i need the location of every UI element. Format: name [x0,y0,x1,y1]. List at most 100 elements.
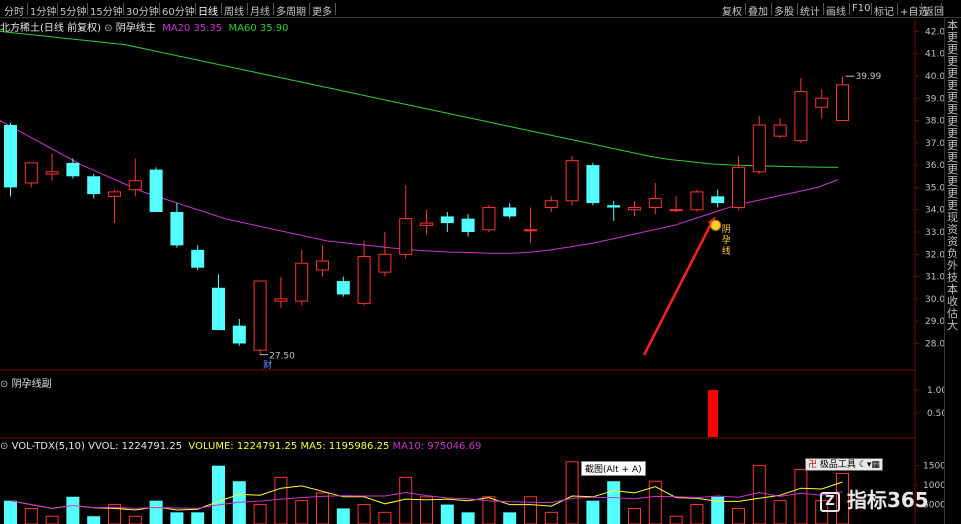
candle-body-down [503,207,517,217]
ma60-line [0,30,839,168]
volume-bar-up [420,496,433,524]
volume-bar-down [336,508,350,524]
watermark-text: 指标365 [846,488,929,512]
volume-bar-up [732,507,745,524]
volume-bar-up [316,492,329,524]
candle-body-down [336,281,350,295]
high-price-label: 39.99 [856,72,882,82]
volume-bar-up [524,496,537,524]
volume-bar-down [607,481,621,524]
vvol-value: VVOL: 1224791.25 [88,441,183,452]
ma20-value: 35.35 [193,23,223,34]
price-tick-label: 41.00 [925,50,944,60]
candle-body-down [607,205,621,208]
watermark-logo-icon: Z [820,492,840,512]
candle-body-up [295,262,309,302]
candle-body-down [461,218,475,233]
signal-marker-icon [710,219,722,231]
candle-body-up [482,206,496,231]
watermark: Z 指标365 [820,484,929,513]
price-tick-label: 38.00 [925,117,944,127]
candle-body-down [66,162,80,177]
vol-indicator-name: VOL-TDX(5,10) [11,441,85,452]
ma60-label: MA60 [228,23,257,34]
candle-body-up [253,280,267,351]
price-tick-label: 37.00 [925,139,944,149]
volume-bar-up [544,511,558,524]
price-tick-label: 29.00 [925,317,944,327]
volume-value: VOLUME: 1224791.25 [188,441,298,452]
signal-text-char: 孕 [722,235,731,246]
indicator-caret-icon[interactable]: ⊙ [104,23,112,34]
ma20-label: MA20 [162,23,191,34]
volume-bar-up [628,507,641,524]
candle-body-down [4,125,17,188]
vol-indicator-icon: ⊙ [0,441,9,452]
candle-body-down [149,169,163,212]
volume-bar-down [87,516,101,524]
ma60-value: 35.90 [259,23,289,34]
sub-indicator-name: 阴孕线副 [11,379,52,390]
candle-body-up [274,298,288,302]
candle-body-down [191,249,205,268]
volume-bar-up [690,504,704,524]
candle-body-down [212,287,225,331]
volume-bar-down [503,512,517,524]
sub-tick-label: 1.00 [927,386,944,396]
candle-body-down [232,325,246,344]
main-chart-title: 北方稀土(日线 前复权) ⊙ 阴孕线主 MA20 35.35 MA60 35.9… [0,19,289,34]
candle-body-up [128,180,142,191]
sub-signal-bar [708,389,718,437]
toolbox-grid-icon: ▦ [871,460,880,470]
ma5-value: MA5: 1195986.25 [300,441,390,452]
price-tick-label: 40.00 [925,72,944,82]
price-tick-label: 36.00 [925,161,944,171]
right-info-panel[interactable]: 本更更更更更更更更更更更更更更更现资资负外技本收估大 [944,18,961,524]
toolbox-logo-icon: 卍 [808,460,818,470]
ma10-value: MA10: 975046.69 [392,441,482,452]
candle-body-up [628,206,641,211]
volume-bar-up [24,507,38,524]
volume-bar-up [295,500,309,524]
volume-bar-up [128,515,142,524]
candle-body-down [440,216,454,224]
volume-bar-up [253,504,267,524]
candle-body-up [669,209,683,212]
screenshot-tooltip: 截图(Alt + A) [581,461,646,476]
candle-body-up [773,124,787,137]
volume-bar-up [669,515,683,524]
candle-body-up [357,256,371,304]
candle-body-up [648,198,662,208]
price-tick-label: 33.00 [925,228,944,238]
volume-bar-up [45,515,59,524]
signal-text-char: 线 [722,245,731,257]
candle-body-up [524,229,537,232]
candle-body-up [690,191,704,211]
ma20-line [0,120,839,254]
volume-chart-title: ⊙ VOL-TDX(5,10) VVOL: 1224791.25 VOLUME:… [0,441,481,452]
price-tick-label: 32.00 [925,250,944,260]
volume-bar-down [586,500,600,524]
candle-body-up [108,191,121,197]
price-tick-label: 30.00 [925,295,944,305]
stock-title: 北方稀土(日线 前复权) [0,23,101,34]
volume-bar-up [357,504,371,524]
candle-body-up [752,124,766,173]
price-tick-label: 34.00 [925,206,944,216]
candle-body-down [170,211,184,246]
price-tick-label: 39.00 [925,94,944,104]
volume-bar-down [212,465,225,524]
candle-body-up [732,166,745,208]
side-panel-tab[interactable]: 大 [947,320,958,332]
volume-bar-up [565,461,579,524]
candle-body-down [711,196,725,204]
sub-tick-label: 0.50 [927,409,944,419]
volume-bar-down [4,500,17,524]
candle-body-up [836,84,849,122]
volume-bar-down [170,512,184,524]
price-tick-label: 31.00 [925,273,944,283]
candle-body-up [565,160,579,202]
volume-bar-up [752,465,766,524]
toolbox-bar[interactable]: 卍 极品工具 ☾▾▦ [805,458,883,471]
volume-bar-up [399,476,413,524]
